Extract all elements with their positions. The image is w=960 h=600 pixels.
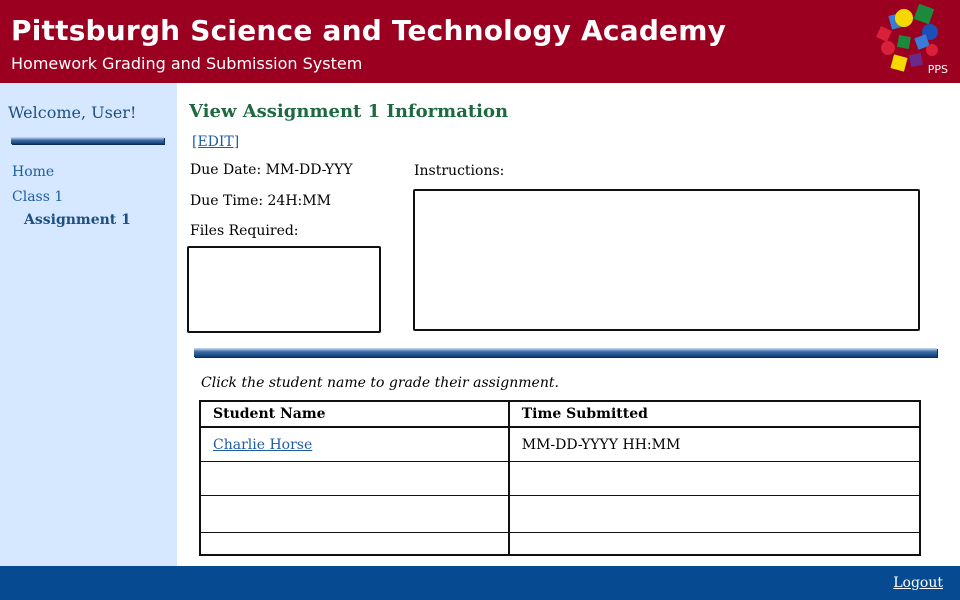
site-subtitle: Homework Grading and Submission System bbox=[11, 54, 363, 73]
section-divider bbox=[194, 348, 937, 357]
edit-link[interactable]: [EDIT] bbox=[192, 134, 239, 150]
files-required-label: Files Required: bbox=[190, 223, 299, 239]
grading-hint: Click the student name to grade their as… bbox=[201, 375, 559, 391]
sidebar-item-assignment-1[interactable]: Assignment 1 bbox=[24, 212, 131, 228]
submissions-table: Student Name Time Submitted Charlie Hors… bbox=[199, 400, 921, 556]
column-header-student-name: Student Name bbox=[199, 400, 510, 428]
pps-logo-icon: PPS bbox=[872, 3, 956, 80]
sidebar-item-class-1[interactable]: Class 1 bbox=[12, 189, 63, 205]
table-row bbox=[199, 495, 921, 533]
table-row bbox=[199, 532, 921, 556]
table-header-row: Student Name Time Submitted bbox=[199, 400, 921, 428]
welcome-message: Welcome, User! bbox=[8, 103, 137, 122]
page-title: View Assignment 1 Information bbox=[189, 101, 509, 122]
sidebar: Welcome, User! Home Class 1 Assignment 1 bbox=[0, 83, 177, 566]
instructions-label: Instructions: bbox=[414, 163, 505, 179]
due-date-label: Due Date: MM-DD-YYY bbox=[190, 162, 353, 178]
student-name-cell bbox=[199, 532, 510, 556]
instructions-box bbox=[413, 189, 920, 331]
time-submitted-cell bbox=[508, 495, 921, 533]
student-name-link[interactable]: Charlie Horse bbox=[213, 437, 312, 453]
files-required-box bbox=[187, 246, 381, 333]
student-name-cell bbox=[199, 495, 510, 533]
time-submitted-cell: MM-DD-YYYY HH:MM bbox=[508, 426, 921, 462]
site-title: Pittsburgh Science and Technology Academ… bbox=[11, 14, 727, 47]
page-footer: Logout bbox=[0, 566, 960, 600]
sidebar-divider bbox=[11, 137, 164, 144]
logout-link[interactable]: Logout bbox=[893, 575, 943, 591]
table-row bbox=[199, 461, 921, 496]
logo-text: PPS bbox=[927, 63, 948, 76]
time-submitted-cell bbox=[508, 532, 921, 556]
page-header: Pittsburgh Science and Technology Academ… bbox=[0, 0, 960, 83]
time-submitted-cell bbox=[508, 461, 921, 496]
student-name-cell bbox=[199, 461, 510, 496]
due-time-label: Due Time: 24H:MM bbox=[190, 193, 331, 209]
column-header-time-submitted: Time Submitted bbox=[508, 400, 921, 428]
student-name-cell: Charlie Horse bbox=[199, 426, 510, 462]
sidebar-item-home[interactable]: Home bbox=[12, 164, 54, 180]
table-row: Charlie Horse MM-DD-YYYY HH:MM bbox=[199, 426, 921, 462]
